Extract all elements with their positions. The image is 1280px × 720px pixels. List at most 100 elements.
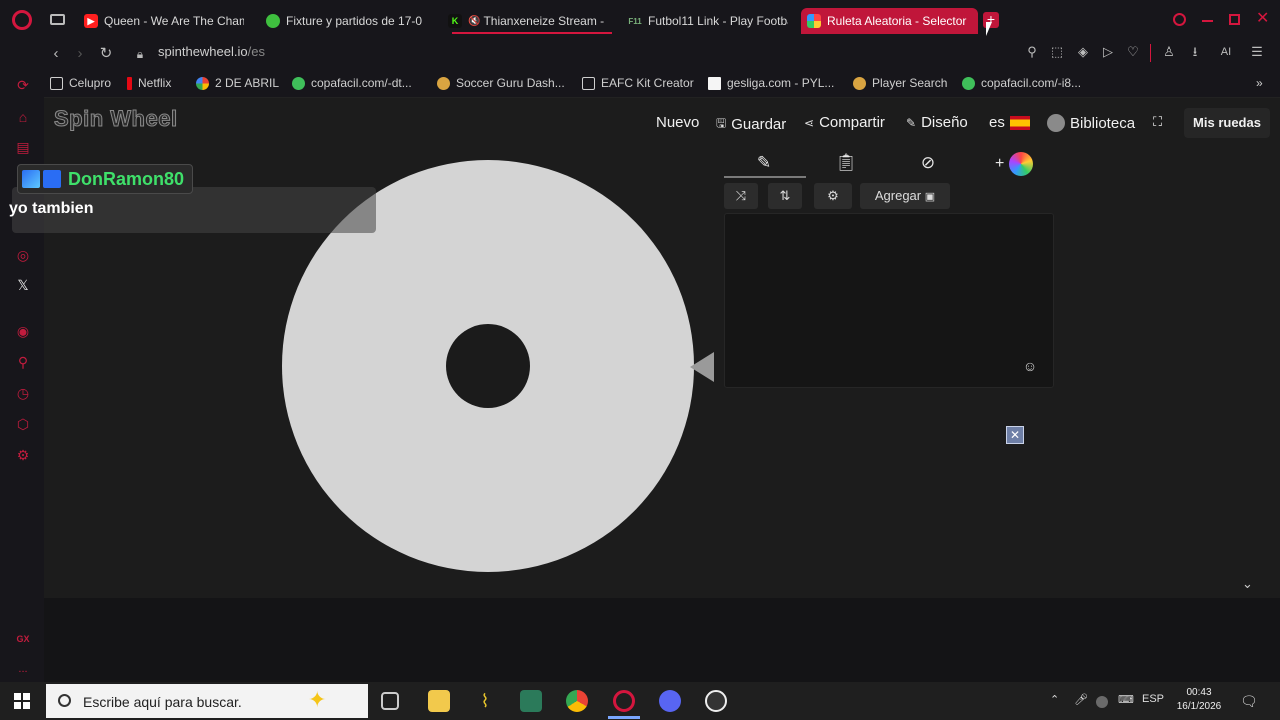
agregar-label: Agregar <box>874 188 922 203</box>
lock-icon[interactable]: 🔒︎ <box>130 44 150 64</box>
language-label: es <box>989 114 1005 131</box>
tab-hidden[interactable]: ⊘ <box>888 150 968 176</box>
bookmark-eafc-kit[interactable]: EAFC Kit Creator <box>582 76 694 90</box>
windows-start-icon[interactable] <box>14 693 30 709</box>
tab-kick-stream[interactable]: K 🔇 Thianxeneize Stream - <box>448 8 608 34</box>
bookmark-copafacil-i8[interactable]: copafacil.com/-i8... <box>962 76 1081 90</box>
sidebar-more-icon[interactable]: ... <box>14 660 32 678</box>
compartir-button[interactable]: ⋖ Compartir <box>804 114 885 131</box>
bookmark-celupro[interactable]: Celupro <box>50 76 111 90</box>
pinned-app-icon[interactable]: ⌇ <box>474 690 496 712</box>
easy-setup-icon[interactable]: ☰ <box>1248 43 1266 61</box>
language-selector[interactable]: es <box>989 114 1030 131</box>
sidebar-x-icon[interactable]: 𝕏 <box>14 276 32 294</box>
tab-futbol11[interactable]: F11 Futbol11 Link - Play Footba <box>628 8 788 34</box>
sidebar-gx-label[interactable]: GX <box>14 630 32 648</box>
reload-icon[interactable]: ↻ <box>96 44 116 64</box>
shuffle-button[interactable]: ⤨ <box>724 183 758 209</box>
discord-icon[interactable] <box>659 690 681 712</box>
aria-ai-button[interactable]: AI <box>1210 43 1242 61</box>
close-window-icon[interactable]: ✕ <box>1256 11 1269 27</box>
biblioteca-button[interactable]: Biblioteca <box>1047 114 1135 132</box>
tab-switcher-icon[interactable] <box>50 14 65 25</box>
sidebar-history-icon[interactable]: ◷ <box>14 384 32 402</box>
clock-time: 00:43 <box>1186 687 1212 698</box>
sort-icon: ⇅ <box>779 188 791 203</box>
add-wheel-theme-button[interactable]: + <box>984 150 1044 176</box>
pin-icon[interactable]: ⚲ <box>1023 43 1041 61</box>
tab-edit-entries[interactable]: ✎ <box>724 150 804 176</box>
url-host: spinthewheel.io <box>158 44 248 59</box>
url-field[interactable]: spinthewheel.io/es <box>158 44 265 60</box>
downloads-icon[interactable]: ⭳ <box>1186 43 1204 61</box>
nuevo-button[interactable]: Nuevo <box>656 114 699 131</box>
profile-icon[interactable]: ♙ <box>1160 43 1178 61</box>
bookmark-netflix[interactable]: Netflix <box>127 76 171 90</box>
copafacil-icon <box>962 76 975 90</box>
pinned-app-2-icon[interactable] <box>520 690 542 712</box>
snapshot-icon[interactable]: ⬚ <box>1048 43 1066 61</box>
forward-icon[interactable]: › <box>70 44 90 64</box>
soccer-guru-icon <box>437 76 450 90</box>
nuevo-label: Nuevo <box>656 114 700 131</box>
sort-button[interactable]: ⇅ <box>768 183 802 209</box>
wheel-center-hub[interactable] <box>446 324 530 408</box>
tab-results[interactable]: 📋︎ <box>806 150 886 176</box>
sidebar-bag-icon[interactable]: ⌂ <box>14 108 32 126</box>
bookmark-soccer-guru[interactable]: Soccer Guru Dash... <box>437 76 565 90</box>
sidebar-player-icon[interactable]: ◉ <box>14 322 32 340</box>
bookmark-gesliga[interactable]: gesliga.com - PYL... <box>708 76 834 90</box>
microphone-icon[interactable]: 🎤︎ <box>1074 693 1088 706</box>
back-icon[interactable]: ‹ <box>46 44 66 64</box>
language-indicator[interactable]: ESP <box>1142 693 1164 705</box>
bookmarks-overflow-icon[interactable]: » <box>1256 76 1263 90</box>
emoji-icon[interactable]: ☺ <box>1022 358 1038 374</box>
tab-queen[interactable]: ▶ Queen - We Are The Cham <box>84 8 244 34</box>
kick-icon: K <box>448 14 462 28</box>
tab-title: Futbol11 Link - Play Footba <box>648 14 788 28</box>
bookmark-copafacil-dt[interactable]: copafacil.com/-dt... <box>292 76 412 90</box>
opera-gx-icon[interactable] <box>613 690 635 712</box>
biblioteca-label: Biblioteca <box>1070 114 1136 132</box>
notifications-icon[interactable]: 🗨︎ <box>1240 693 1258 710</box>
sidebar-refresh-icon[interactable]: ⟳ <box>14 76 32 94</box>
ad-close-button[interactable]: ✕ <box>1006 426 1024 444</box>
sidebar-pin-icon[interactable]: ⚲ <box>14 353 32 371</box>
mis-ruedas-button[interactable]: Mis ruedas <box>1184 108 1270 138</box>
bookmark-2-de-abril[interactable]: 2 DE ABRIL <box>196 76 279 90</box>
system-clock[interactable]: 00:43 16/1/2026 <box>1172 686 1226 714</box>
opera-logo-icon[interactable] <box>12 10 32 30</box>
tray-app-icon[interactable] <box>1096 696 1108 708</box>
muted-icon[interactable]: 🔇 <box>468 16 480 27</box>
tab-search-icon[interactable] <box>1173 13 1186 26</box>
chat-username: DonRamon80 <box>68 168 185 189</box>
file-explorer-icon[interactable] <box>428 690 450 712</box>
chrome-icon[interactable] <box>566 690 588 712</box>
fullscreen-icon[interactable]: ⛶ <box>1153 114 1162 130</box>
minimize-icon[interactable] <box>1202 20 1213 22</box>
ea-app-icon[interactable] <box>705 690 727 712</box>
tab-title: Fixture y partidos de 17-0 <box>286 14 423 28</box>
spinwheel-logo[interactable]: Spin Wheel <box>54 106 178 132</box>
play-icon[interactable]: ▷ <box>1099 43 1117 61</box>
task-view-icon[interactable] <box>381 692 399 710</box>
tab-ruleta-aleatoria[interactable]: Ruleta Aleatoria - Selector <box>801 8 978 34</box>
guardar-button[interactable]: 🖫︎ Guardar <box>716 114 786 135</box>
entries-textarea[interactable] <box>724 213 1054 388</box>
sidebar-twitch-icon[interactable]: ▤ <box>14 138 32 156</box>
tray-chevron-up-icon[interactable]: ⌃ <box>1050 693 1059 706</box>
sidebar-extensions-icon[interactable]: ⬡ <box>14 415 32 433</box>
sidebar-instagram-icon[interactable]: ◎ <box>14 246 32 264</box>
agregar-image-button[interactable]: Agregar ▣ <box>860 183 950 209</box>
search-placeholder: Escribe aquí para buscar. <box>83 694 242 710</box>
settings-button[interactable]: ⚙ <box>814 183 852 209</box>
sidebar-settings-icon[interactable]: ⚙ <box>14 446 32 464</box>
diseno-button[interactable]: ✎ Diseño <box>906 114 968 131</box>
shield-icon[interactable]: ◈ <box>1074 43 1092 61</box>
bookmark-player-search[interactable]: Player Search <box>853 76 947 90</box>
maximize-icon[interactable] <box>1229 14 1240 25</box>
network-icon[interactable]: ⌨ <box>1118 693 1134 706</box>
tab-fixture[interactable]: Fixture y partidos de 17-0 <box>266 8 426 34</box>
heart-icon[interactable]: ♡ <box>1124 43 1142 61</box>
chevron-down-icon[interactable]: ⌄ <box>1242 576 1253 592</box>
